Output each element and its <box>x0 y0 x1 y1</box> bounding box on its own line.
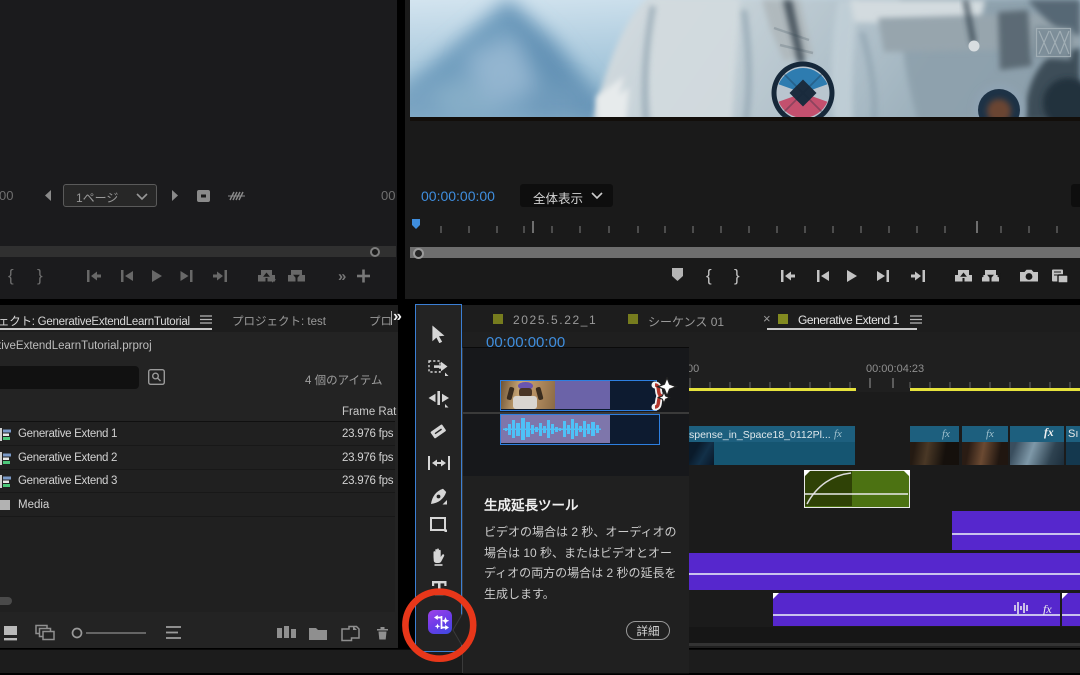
svg-text:}: } <box>37 266 43 285</box>
svg-text:»: » <box>338 268 346 285</box>
svg-text:{: { <box>8 266 14 285</box>
svg-text:}: } <box>734 266 740 285</box>
svg-text:{: { <box>706 266 712 285</box>
svg-text:fx: fx <box>1043 602 1052 615</box>
